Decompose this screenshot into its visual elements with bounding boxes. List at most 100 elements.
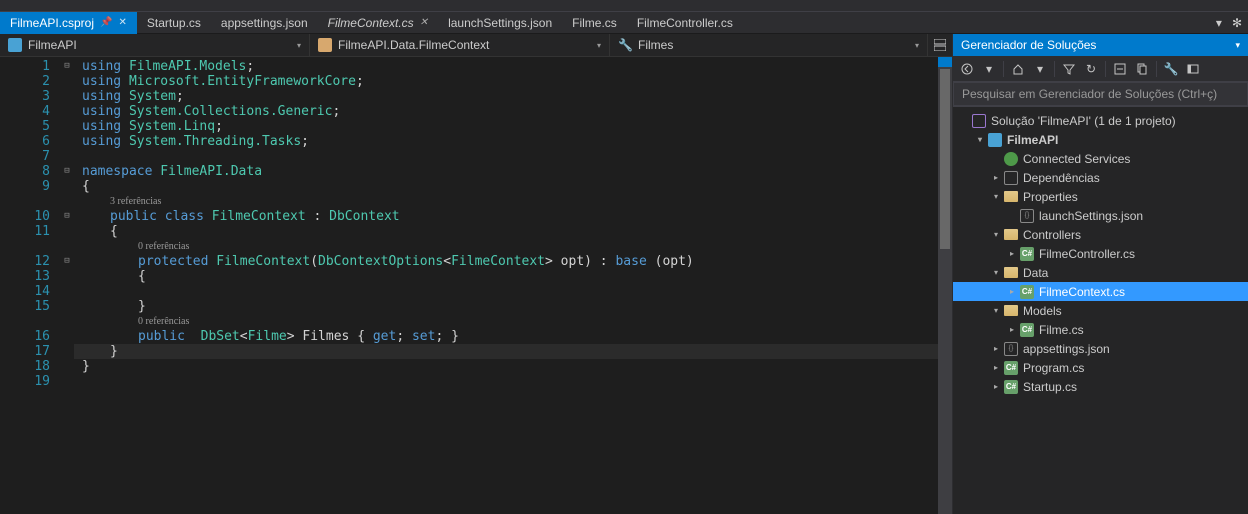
home-button[interactable] (1008, 59, 1028, 79)
code-text[interactable]: using FilmeAPI.Models;using Microsoft.En… (74, 57, 938, 514)
tree-node[interactable]: ▸appsettings.json (953, 339, 1248, 358)
code-line[interactable]: using System.Threading.Tasks; (74, 134, 938, 149)
tree-node[interactable]: ▾Data (953, 263, 1248, 282)
fold-indicator[interactable] (60, 284, 74, 299)
tree-node[interactable]: ▸C#FilmeController.cs (953, 244, 1248, 263)
code-line[interactable]: namespace FilmeAPI.Data (74, 164, 938, 179)
preview-selected-button[interactable] (1183, 59, 1203, 79)
fold-indicator[interactable] (60, 299, 74, 314)
fold-indicator[interactable] (60, 314, 74, 329)
code-line[interactable]: } (74, 344, 938, 359)
fold-indicator[interactable] (60, 74, 74, 89)
expand-toggle-icon[interactable]: ▾ (989, 192, 1003, 201)
scrollbar-thumb[interactable] (940, 69, 950, 249)
document-tab[interactable]: Filme.cs (562, 12, 627, 34)
code-line[interactable]: using System.Collections.Generic; (74, 104, 938, 119)
tree-node[interactable]: ▸C#Filme.cs (953, 320, 1248, 339)
code-line[interactable] (74, 149, 938, 164)
properties-button[interactable]: 🔧 (1161, 59, 1181, 79)
code-line[interactable] (74, 374, 938, 389)
fold-indicator[interactable] (60, 104, 74, 119)
back-button[interactable] (957, 59, 977, 79)
code-line[interactable]: protected FilmeContext(DbContextOptions<… (74, 254, 938, 269)
code-line[interactable]: public class FilmeContext : DbContext (74, 209, 938, 224)
fold-indicator[interactable] (60, 179, 74, 194)
expand-toggle-icon[interactable]: ▾ (989, 268, 1003, 277)
tree-node[interactable]: ▸C#Program.cs (953, 358, 1248, 377)
scrollbar-split-handle[interactable] (938, 57, 952, 67)
document-tab[interactable]: FilmeController.cs (627, 12, 743, 34)
fold-indicator[interactable] (60, 134, 74, 149)
pending-changes-filter-button[interactable] (1059, 59, 1079, 79)
tree-node[interactable]: ▾Properties (953, 187, 1248, 206)
code-line[interactable]: } (74, 359, 938, 374)
fold-indicator[interactable] (60, 269, 74, 284)
nav-split-button[interactable] (928, 39, 952, 51)
tree-node[interactable]: launchSettings.json (953, 206, 1248, 225)
fold-indicator[interactable] (60, 224, 74, 239)
expand-toggle-icon[interactable]: ▸ (989, 344, 1003, 353)
code-line[interactable] (74, 284, 938, 299)
nav-scope-dropdown[interactable]: FilmeAPI.Data.FilmeContext ▾ (310, 34, 610, 57)
panel-dropdown-icon[interactable]: ▾ (1235, 40, 1240, 51)
fold-gutter[interactable]: ⊟ ⊟ ⊟ ⊟ (60, 57, 74, 514)
code-line[interactable]: public DbSet<Filme> Filmes { get; set; } (74, 329, 938, 344)
fold-indicator[interactable] (60, 329, 74, 344)
fold-indicator[interactable]: ⊟ (60, 209, 74, 224)
expand-toggle-icon[interactable]: ▸ (989, 382, 1003, 391)
code-editor[interactable]: 12345678910111213141516171819 ⊟⊟⊟⊟ using… (0, 57, 952, 514)
tree-node[interactable]: ▾Controllers (953, 225, 1248, 244)
expand-toggle-icon[interactable]: ▸ (1005, 249, 1019, 258)
nav-project-dropdown[interactable]: FilmeAPI ▾ (0, 34, 310, 57)
tree-node[interactable]: ▾FilmeAPI (953, 130, 1248, 149)
fold-indicator[interactable] (60, 359, 74, 374)
tab-overflow-dropdown[interactable]: ▾ (1212, 16, 1226, 30)
document-tab[interactable]: FilmeContext.cs✕ (318, 12, 438, 34)
expand-toggle-icon[interactable]: ▸ (989, 173, 1003, 182)
vertical-scrollbar[interactable] (938, 57, 952, 514)
fold-indicator[interactable] (60, 239, 74, 254)
fold-indicator[interactable]: ⊟ (60, 164, 74, 179)
pin-icon[interactable]: 📌 (100, 17, 112, 28)
close-icon[interactable]: ✕ (420, 17, 428, 28)
fold-indicator[interactable] (60, 89, 74, 104)
switch-views-dropdown[interactable]: ▾ (1030, 59, 1050, 79)
fold-indicator[interactable]: ⊟ (60, 254, 74, 269)
fold-indicator[interactable] (60, 374, 74, 389)
tree-node[interactable]: Solução 'FilmeAPI' (1 de 1 projeto) (953, 111, 1248, 130)
document-tab[interactable]: appsettings.json (211, 12, 318, 34)
fold-indicator[interactable] (60, 149, 74, 164)
document-tab[interactable]: FilmeAPI.csproj📌✕ (0, 12, 137, 34)
solution-explorer-search-input[interactable] (953, 82, 1248, 106)
codelens[interactable]: 3 referências (74, 194, 938, 209)
tree-node[interactable]: ▸Dependências (953, 168, 1248, 187)
close-icon[interactable]: ✕ (118, 17, 126, 28)
codelens[interactable]: 0 referências (74, 314, 938, 329)
forward-dropdown[interactable]: ▾ (979, 59, 999, 79)
solution-tree[interactable]: Solução 'FilmeAPI' (1 de 1 projeto)▾Film… (953, 107, 1248, 514)
code-line[interactable]: using System.Linq; (74, 119, 938, 134)
document-tab[interactable]: launchSettings.json (438, 12, 562, 34)
solution-explorer-search[interactable] (953, 82, 1248, 107)
fold-indicator[interactable] (60, 194, 74, 209)
collapse-all-button[interactable] (1110, 59, 1130, 79)
code-line[interactable]: using FilmeAPI.Models; (74, 59, 938, 74)
code-line[interactable]: { (74, 269, 938, 284)
show-all-files-button[interactable] (1132, 59, 1152, 79)
expand-toggle-icon[interactable]: ▸ (1005, 287, 1019, 296)
tree-node[interactable]: Connected Services (953, 149, 1248, 168)
document-tab[interactable]: Startup.cs (137, 12, 211, 34)
solution-explorer-title[interactable]: Gerenciador de Soluções ▾ (953, 34, 1248, 56)
expand-toggle-icon[interactable]: ▸ (989, 363, 1003, 372)
tree-node[interactable]: ▾Models (953, 301, 1248, 320)
code-line[interactable]: { (74, 224, 938, 239)
expand-toggle-icon[interactable]: ▾ (989, 306, 1003, 315)
codelens[interactable]: 0 referências (74, 239, 938, 254)
tree-node[interactable]: ▸C#Startup.cs (953, 377, 1248, 396)
code-line[interactable]: } (74, 299, 938, 314)
fold-indicator[interactable] (60, 344, 74, 359)
code-line[interactable]: using System; (74, 89, 938, 104)
fold-indicator[interactable]: ⊟ (60, 59, 74, 74)
expand-toggle-icon[interactable]: ▾ (989, 230, 1003, 239)
tree-node[interactable]: ▸C#FilmeContext.cs (953, 282, 1248, 301)
